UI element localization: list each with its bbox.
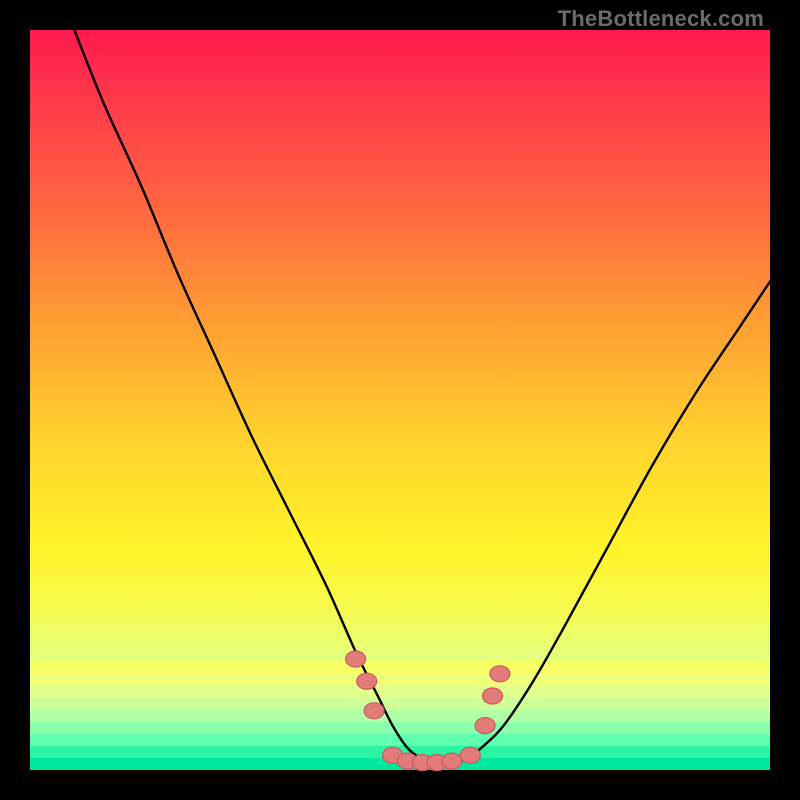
curve-layer [30, 30, 770, 770]
curve-marker [475, 718, 495, 734]
plot-area [30, 30, 770, 770]
chart-frame: TheBottleneck.com [0, 0, 800, 800]
curve-marker [357, 673, 377, 689]
watermark-text: TheBottleneck.com [558, 6, 764, 32]
curve-marker [490, 666, 510, 682]
curve-marker [483, 688, 503, 704]
curve-markers [346, 651, 510, 771]
curve-marker [442, 753, 462, 769]
curve-marker [364, 703, 384, 719]
bottleneck-curve [74, 30, 770, 763]
curve-marker [460, 747, 480, 763]
curve-marker [346, 651, 366, 667]
